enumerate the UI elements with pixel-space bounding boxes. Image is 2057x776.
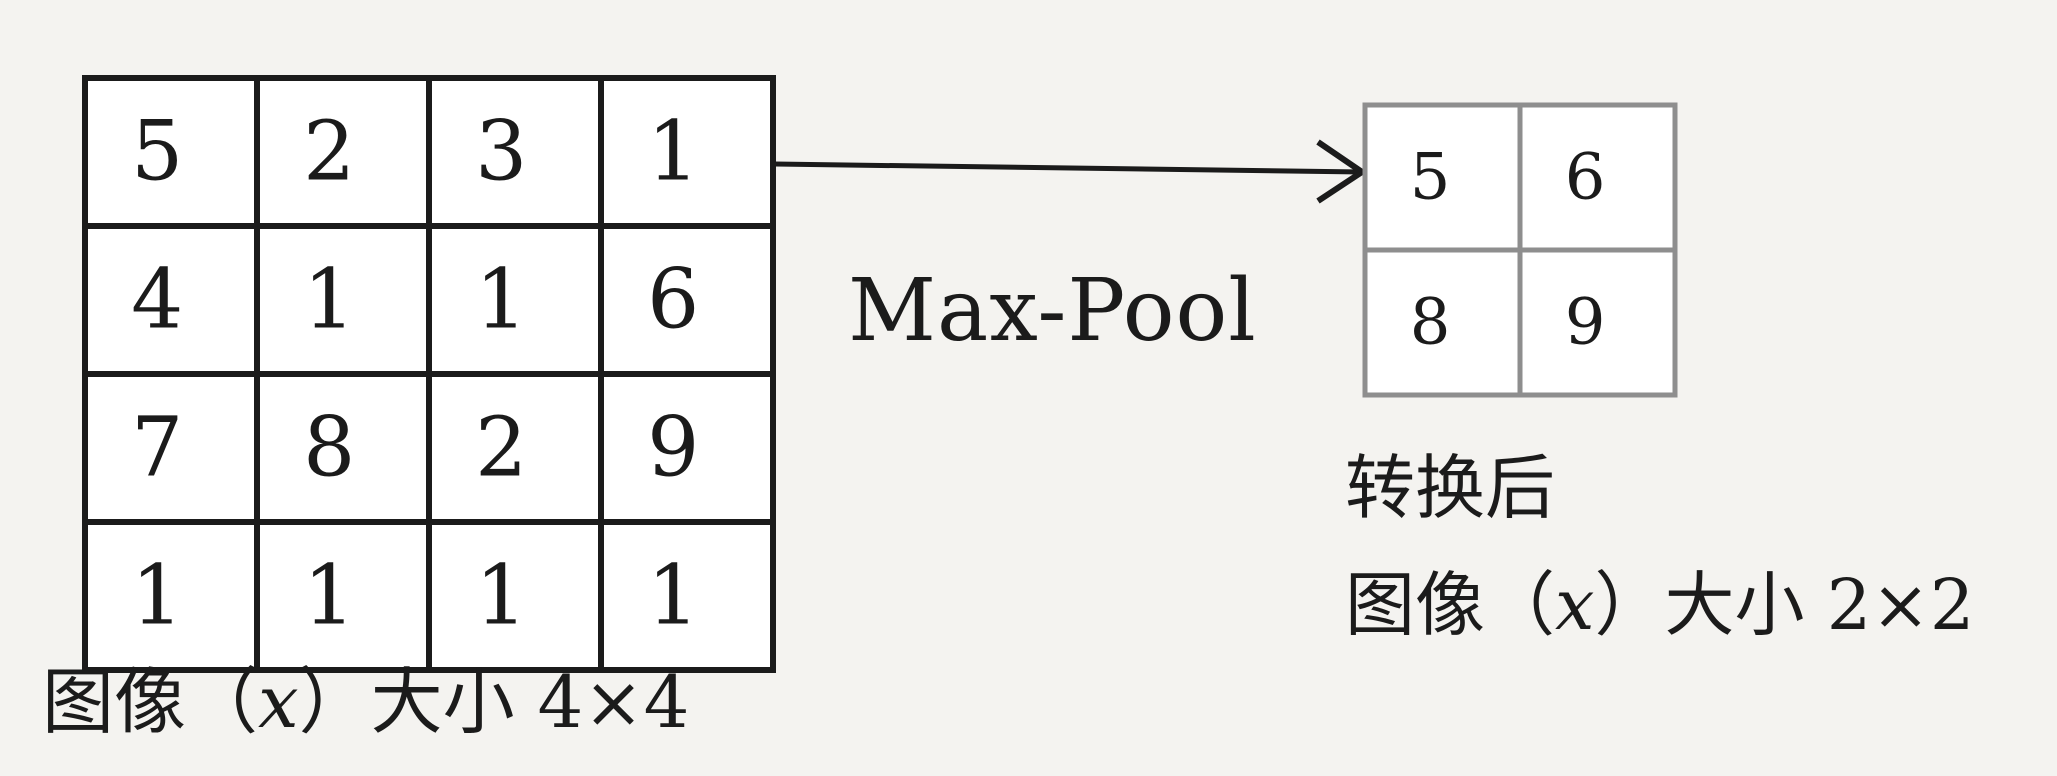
input-cell-value: 4 bbox=[131, 253, 183, 348]
pool-arrow bbox=[774, 139, 1368, 204]
input-cell-value: 1 bbox=[647, 549, 699, 644]
output-caption-line1: 转换后 bbox=[1345, 447, 1555, 529]
input-cell-value: 2 bbox=[475, 401, 527, 496]
output-cell-value: 8 bbox=[1410, 286, 1451, 360]
input-cell-value: 1 bbox=[131, 549, 183, 644]
input-cell-value: 8 bbox=[303, 401, 355, 496]
input-cell-value: 5 bbox=[131, 105, 183, 200]
input-cell-value: 3 bbox=[475, 105, 527, 200]
output-cell-value: 5 bbox=[1410, 141, 1451, 215]
input-grid: 5 2 3 1 4 1 1 6 7 8 2 9 1 1 1 1 bbox=[82, 75, 776, 673]
input-cell-value: 6 bbox=[647, 253, 699, 348]
input-cell-value: 1 bbox=[475, 549, 527, 644]
operation-label: Max-Pool bbox=[848, 261, 1257, 361]
output-cell-value: 9 bbox=[1565, 286, 1606, 360]
input-caption: 图像（x）大小 4×4 bbox=[42, 660, 690, 744]
input-cell-value: 1 bbox=[303, 253, 355, 348]
input-cell-value: 2 bbox=[303, 105, 355, 200]
input-cell-value: 1 bbox=[475, 253, 527, 348]
input-cell-value: 1 bbox=[647, 105, 699, 200]
output-caption-line2: 图像（x）大小 2×2 bbox=[1345, 564, 1975, 646]
output-cell-value: 6 bbox=[1565, 141, 1606, 215]
arrow-shaft bbox=[774, 161, 1363, 175]
input-cell-value: 7 bbox=[131, 401, 183, 496]
pooling-diagram: 5 2 3 1 4 1 1 6 7 8 2 9 1 1 1 1 5 6 8 9 Max-Pool 图像（x）大小 4… bbox=[0, 0, 2057, 776]
input-cell-value: 9 bbox=[647, 401, 699, 496]
input-cell-value: 1 bbox=[303, 549, 355, 644]
output-grid: 5 6 8 9 bbox=[1362, 102, 1678, 398]
